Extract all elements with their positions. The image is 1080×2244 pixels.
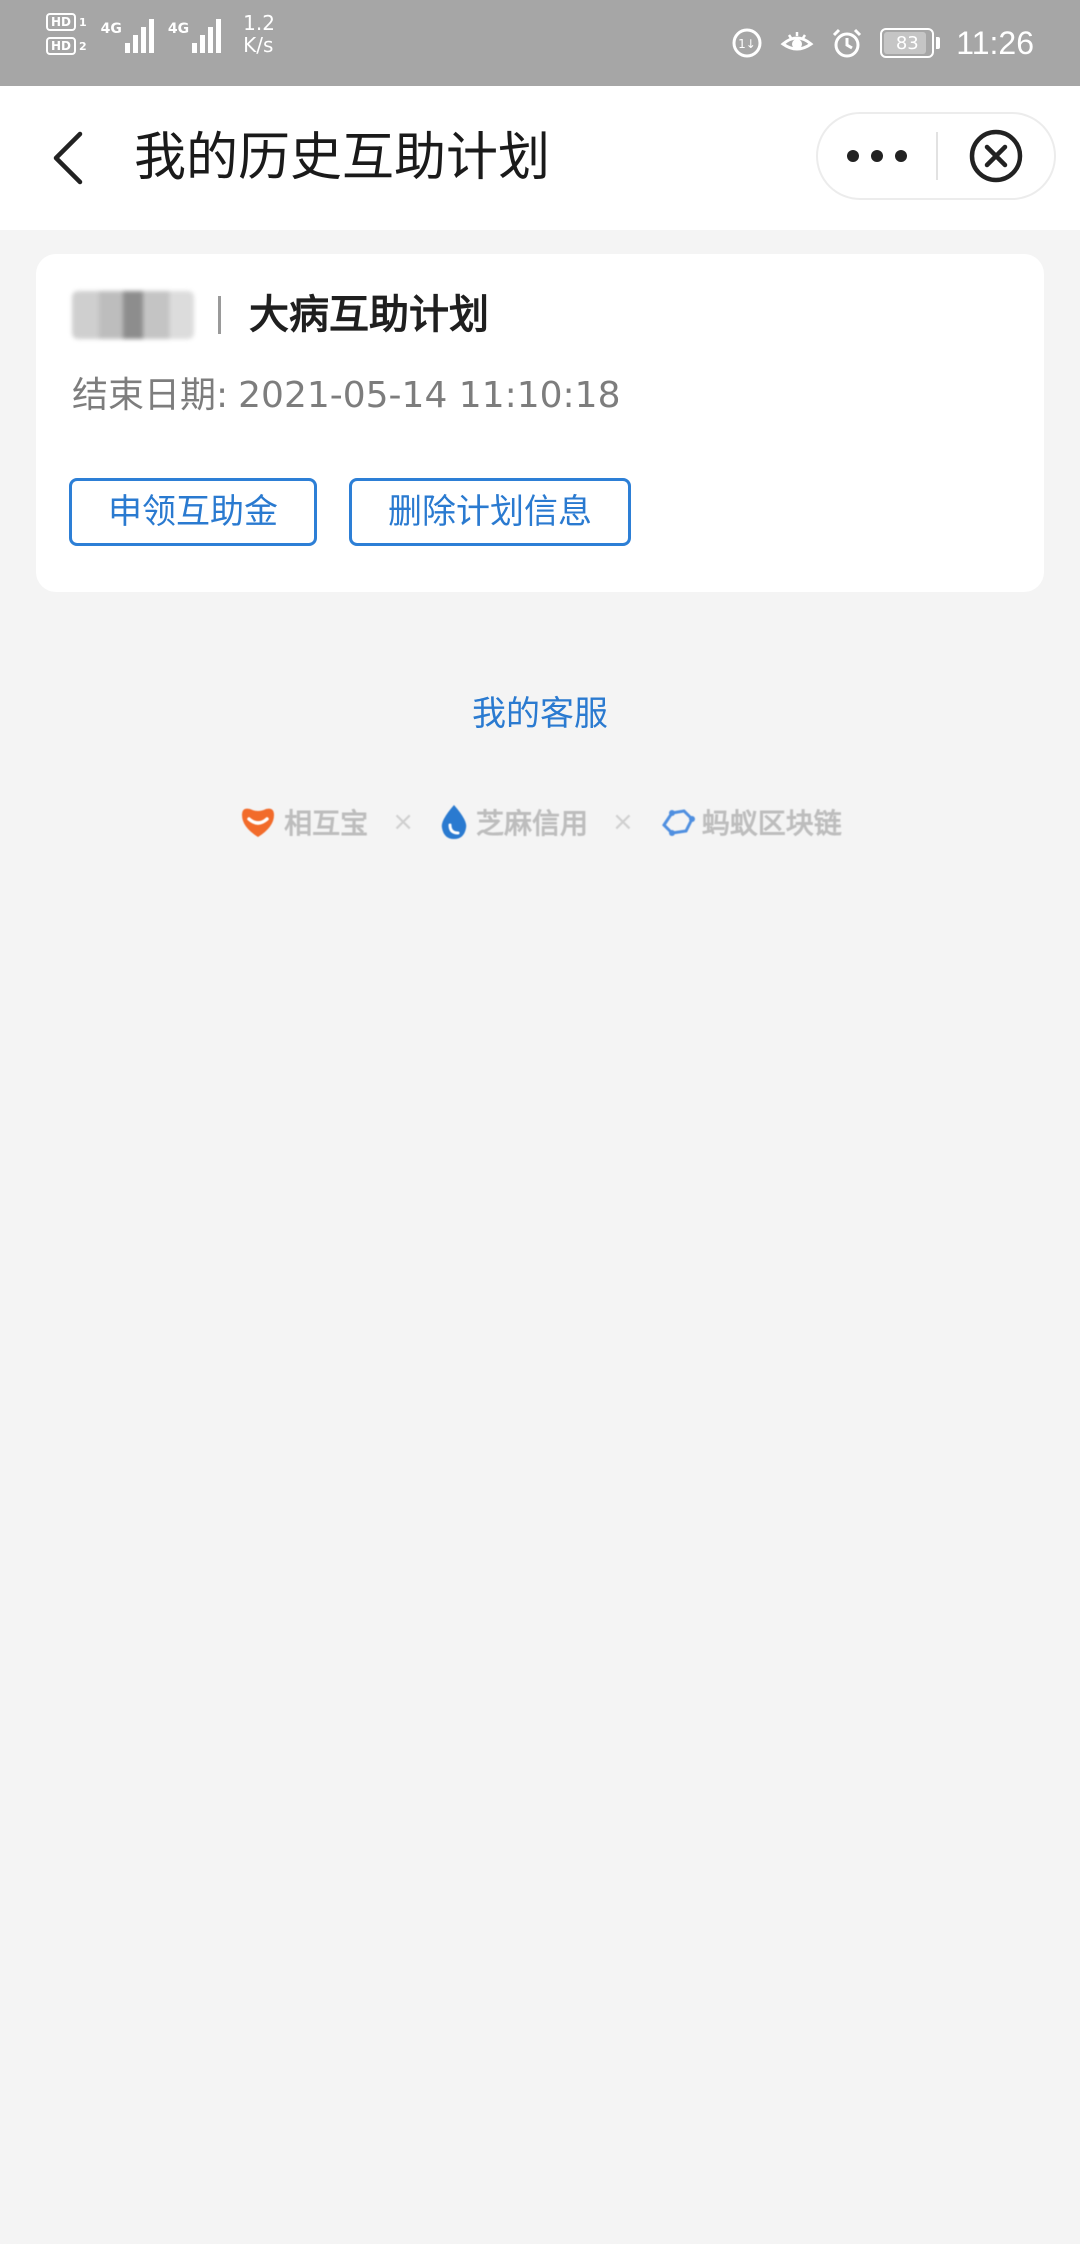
plan-card-actions: 申领互助金 删除计划信息 bbox=[69, 478, 631, 546]
brand3-name: 蚂蚁区块链 bbox=[701, 807, 842, 840]
svg-text:1↓: 1↓ bbox=[738, 37, 756, 51]
signal-icon: 4G bbox=[101, 15, 154, 53]
close-circle-icon bbox=[969, 129, 1023, 183]
data-saver-icon: 1↓ bbox=[732, 28, 762, 58]
eye-comfort-icon bbox=[780, 32, 814, 51]
xianghubao-logo-icon bbox=[242, 808, 275, 837]
network1-label: 4G bbox=[100, 21, 122, 37]
header-divider bbox=[218, 296, 221, 334]
sim2-badge: HD bbox=[46, 37, 77, 55]
close-button[interactable] bbox=[938, 114, 1054, 198]
brand-xianghubao: 相互宝 bbox=[238, 802, 368, 842]
sim1-badge: HD bbox=[46, 13, 77, 31]
battery-level: 83 bbox=[895, 32, 919, 54]
brand-zhima: 芝麻信用 bbox=[438, 802, 588, 842]
brand-separator-2: × bbox=[612, 807, 634, 837]
sim1-number: 1 bbox=[79, 15, 87, 29]
plan-card-header: 大病互助计划 bbox=[72, 290, 489, 340]
brand-antchain: 蚂蚁区块链 bbox=[658, 802, 842, 842]
network-speed: 1.2 K/s bbox=[243, 12, 275, 56]
back-button[interactable] bbox=[38, 122, 98, 194]
nav-bar: 我的历史互助计划 bbox=[0, 86, 1080, 230]
chevron-left-icon bbox=[53, 131, 83, 185]
hd-sim-icon: HD 1 HD 2 bbox=[46, 13, 87, 55]
customer-service-link[interactable]: 我的客服 bbox=[0, 692, 1080, 736]
brand-separator: × bbox=[392, 807, 414, 837]
zhima-drop-icon bbox=[441, 805, 467, 839]
speed-value: 1.2 bbox=[243, 11, 275, 35]
signal-icon-2: 4G bbox=[167, 15, 222, 53]
end-date-label: 结束日期: bbox=[72, 375, 229, 416]
partner-brands: 相互宝 × 芝麻信用 × 蚂蚁区块链 bbox=[0, 802, 1080, 842]
more-button[interactable] bbox=[818, 114, 936, 198]
claim-funds-button[interactable]: 申领互助金 bbox=[69, 478, 317, 546]
delete-plan-button[interactable]: 删除计划信息 bbox=[349, 478, 631, 546]
status-time: 11:26 bbox=[956, 24, 1034, 61]
status-right: 1↓ 83 11:26 bbox=[730, 0, 1034, 86]
battery-icon: 83 bbox=[880, 28, 941, 58]
page-title: 我的历史互助计划 bbox=[134, 128, 551, 188]
blurred-member-logo bbox=[72, 291, 194, 339]
status-left: HD 1 HD 2 4G 4G 1.2 K/s bbox=[46, 12, 275, 56]
plan-card: 大病互助计划 结束日期: 2021-05-14 11:10:18 申领互助金 删… bbox=[36, 254, 1044, 592]
brand2-name: 芝麻信用 bbox=[475, 807, 588, 840]
end-date-value: 2021-05-14 11:10:18 bbox=[238, 375, 621, 416]
plan-name: 大病互助计划 bbox=[249, 292, 489, 338]
sim2-number: 2 bbox=[79, 39, 87, 53]
alarm-icon bbox=[833, 28, 862, 58]
brand1-name: 相互宝 bbox=[284, 807, 369, 840]
end-date: 结束日期: 2021-05-14 11:10:18 bbox=[72, 374, 620, 418]
speed-unit: K/s bbox=[243, 33, 274, 57]
antchain-logo-icon bbox=[661, 809, 695, 836]
network2-label: 4G bbox=[167, 21, 190, 37]
more-dots-icon bbox=[847, 150, 907, 162]
status-bar: HD 1 HD 2 4G 4G 1.2 K/s 1↓ 83 11:26 bbox=[0, 0, 1080, 86]
mini-program-capsule bbox=[816, 112, 1056, 200]
